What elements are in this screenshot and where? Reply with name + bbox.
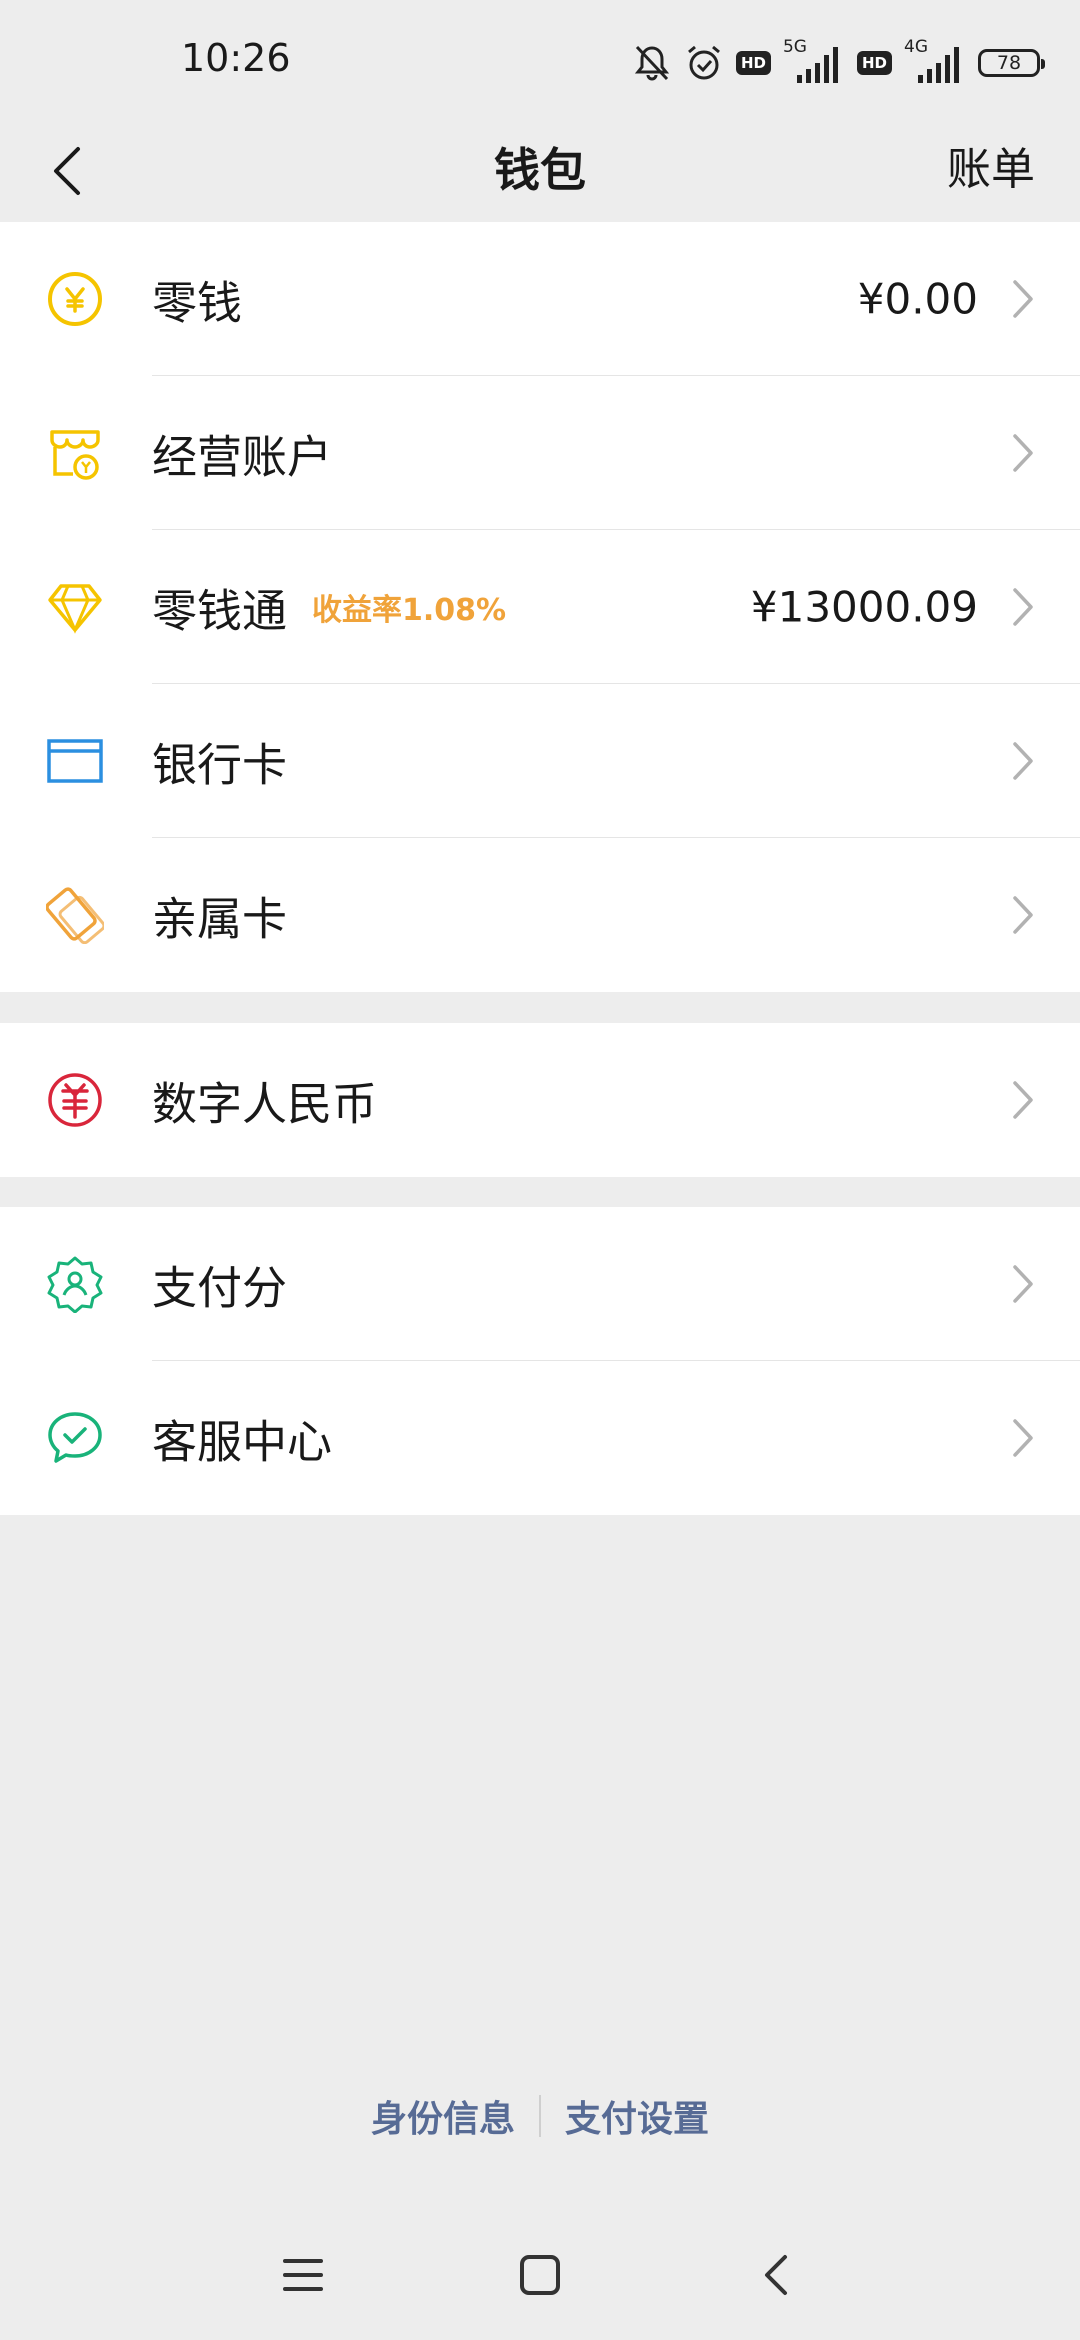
item-label: 零钱 <box>152 276 243 330</box>
wallet-group-1: 零钱 ¥0.00 经营账户 零钱通 收益率1.08% ¥13000.09 银行卡… <box>0 222 1080 992</box>
signal-bars-icon <box>796 47 838 83</box>
page-title: 钱包 <box>494 143 586 197</box>
list-item-change[interactable]: 零钱 ¥0.00 <box>0 222 1080 376</box>
family-card-icon <box>46 887 104 944</box>
shop-account-icon <box>50 430 100 480</box>
status-bar: 10:26 HD 5G HD 4G 78 <box>0 0 1080 120</box>
diamond-icon <box>48 584 102 634</box>
system-back-button[interactable] <box>746 2250 806 2300</box>
list-item-change-pass[interactable]: 零钱通 收益率1.08% ¥13000.09 <box>0 530 1080 684</box>
list-item-pay-score[interactable]: 支付分 <box>0 1207 1080 1361</box>
pay-score-icon <box>47 1256 103 1313</box>
item-label: 亲属卡 <box>152 892 288 946</box>
chevron-right-icon <box>1013 588 1033 626</box>
chevron-right-icon <box>1013 434 1033 472</box>
item-label: 客服中心 <box>152 1415 333 1469</box>
item-label: 数字人民币 <box>152 1077 378 1131</box>
menu-icon <box>283 2259 323 2291</box>
back-icon <box>765 2255 787 2295</box>
list-item-bank-card[interactable]: 银行卡 <box>0 684 1080 838</box>
signal-bars-icon-2 <box>918 47 959 83</box>
battery-level: 78 <box>996 52 1022 74</box>
list-item-digital-rmb[interactable]: 数字人民币 <box>0 1023 1080 1177</box>
item-label: 经营账户 <box>152 430 333 484</box>
item-label: 支付分 <box>152 1261 288 1315</box>
wallet-group-2: 数字人民币 <box>0 1023 1080 1177</box>
item-label: 银行卡 <box>152 738 288 792</box>
status-time: 10:26 <box>181 36 291 80</box>
item-value: ¥13000.09 <box>750 582 978 632</box>
home-button[interactable] <box>510 2250 570 2300</box>
chevron-right-icon <box>1013 280 1033 318</box>
customer-service-icon <box>48 1412 102 1463</box>
item-value: ¥0.00 <box>857 274 978 324</box>
chevron-right-icon <box>1013 1265 1033 1303</box>
bank-card-icon <box>47 739 103 783</box>
list-item-business-account[interactable]: 经营账户 <box>0 376 1080 530</box>
system-nav-bar <box>0 2230 1080 2320</box>
battery-indicator: 78 <box>978 49 1045 77</box>
alarm-icon <box>688 45 720 80</box>
yuan-coin-icon <box>48 272 102 326</box>
signal-4g: 4G <box>904 37 966 85</box>
hd-badge-2: HD <box>856 51 892 75</box>
list-item-customer-service[interactable]: 客服中心 <box>0 1361 1080 1515</box>
hd-badge: HD <box>735 51 771 75</box>
footer-links: 身份信息 支付设置 <box>0 2090 1080 2142</box>
home-icon <box>520 2255 560 2295</box>
item-label: 零钱通 <box>152 584 288 638</box>
nav-bar: 钱包 账单 <box>0 120 1080 222</box>
bill-link[interactable]: 账单 <box>947 130 1035 210</box>
identity-info-link[interactable]: 身份信息 <box>347 2090 539 2142</box>
wallet-group-3: 支付分 客服中心 <box>0 1207 1080 1515</box>
payment-settings-link[interactable]: 支付设置 <box>541 2090 733 2142</box>
chevron-right-icon <box>1013 1419 1033 1457</box>
mute-bell-icon <box>634 45 670 81</box>
digital-rmb-icon <box>48 1073 102 1127</box>
status-icons: HD 5G HD 4G 78 <box>632 37 1045 88</box>
chevron-right-icon <box>1013 742 1033 780</box>
chevron-right-icon <box>1013 896 1033 934</box>
signal-5g: 5G <box>783 37 845 85</box>
yield-rate-badge: 收益率1.08% <box>312 593 507 628</box>
chevron-right-icon <box>1013 1081 1033 1119</box>
menu-button[interactable] <box>273 2250 333 2300</box>
list-item-family-card[interactable]: 亲属卡 <box>0 838 1080 992</box>
